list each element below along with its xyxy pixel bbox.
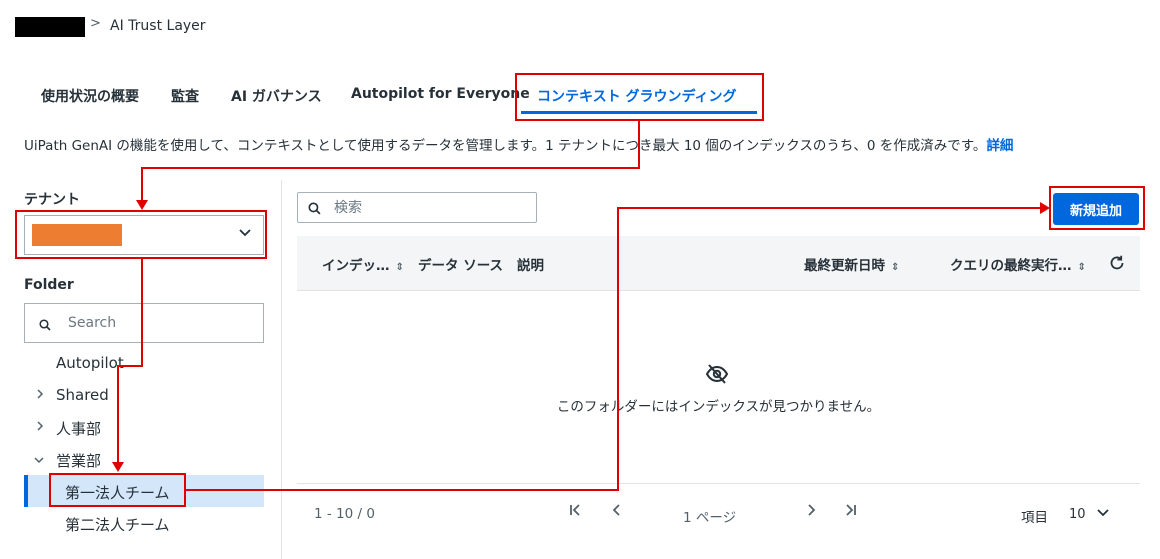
annotation-arrowhead: [136, 200, 148, 210]
annotation-box-folder: [49, 473, 186, 507]
footer-divider: [297, 483, 1140, 484]
chevron-right-icon[interactable]: [36, 420, 44, 435]
folder-item-shared[interactable]: Shared: [56, 386, 109, 404]
tab-audit[interactable]: 監査: [171, 86, 199, 106]
first-page-icon[interactable]: [569, 503, 583, 521]
annotation-line: [117, 365, 119, 467]
annotation-line: [617, 208, 619, 491]
annotation-arrowhead: [112, 462, 124, 472]
annotation-line: [186, 489, 619, 491]
folder-search-box[interactable]: [24, 303, 264, 343]
tenant-label: テナント: [24, 192, 80, 208]
annotation-line: [141, 167, 143, 204]
items-per-page-label: 項目: [1021, 510, 1048, 526]
folder-label: Folder: [24, 277, 74, 293]
selected-row-indicator: [24, 475, 28, 507]
annotation-line: [141, 259, 143, 367]
annotation-arrowhead: [1040, 202, 1050, 214]
annotation-box-add-button: [1049, 186, 1145, 230]
annotation-line: [141, 167, 640, 169]
next-page-icon[interactable]: [806, 503, 816, 521]
empty-message: このフォルダーにはインデックスが見つかりません。: [556, 399, 881, 415]
folder-search-input[interactable]: [68, 304, 248, 342]
current-page-label: 1 ページ: [683, 510, 737, 526]
annotation-line: [638, 121, 640, 169]
folder-item-hr[interactable]: 人事部: [56, 418, 101, 439]
annotation-line: [117, 365, 143, 367]
folder-item-corporate-team-2[interactable]: 第二法人チーム: [65, 514, 170, 535]
annotation-box-tab: [515, 73, 764, 121]
breadcrumb-current[interactable]: AI Trust Layer: [110, 18, 206, 34]
last-page-icon[interactable]: [843, 503, 857, 521]
folder-item-sales[interactable]: 営業部: [56, 450, 101, 471]
tab-usage-overview[interactable]: 使用状況の概要: [41, 86, 139, 106]
chevron-right-icon[interactable]: [36, 388, 44, 403]
items-per-page-select[interactable]: 10: [1069, 507, 1086, 522]
panel-divider: [281, 180, 282, 559]
previous-page-icon[interactable]: [612, 503, 622, 521]
annotation-line: [617, 207, 1042, 209]
redacted-org-name: [15, 17, 85, 37]
search-icon: [39, 316, 51, 335]
chevron-down-icon[interactable]: [1097, 505, 1109, 521]
breadcrumb-separator: >: [90, 16, 101, 31]
folder-item-autopilot[interactable]: Autopilot: [56, 354, 124, 372]
annotation-box-tenant: [15, 210, 267, 259]
pagination-range: 1 - 10 / 0: [314, 506, 375, 522]
chevron-down-icon[interactable]: [34, 453, 44, 468]
